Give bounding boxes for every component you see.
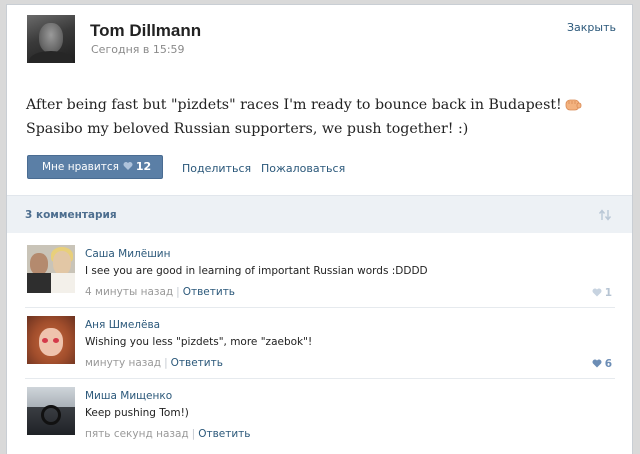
post-text-line-2: Spasibo my beloved Russian supporters, w… bbox=[26, 121, 469, 137]
commenter-avatar[interactable] bbox=[27, 387, 75, 435]
comment-text: I see you are good in learning of import… bbox=[85, 265, 428, 277]
commenter-name[interactable]: Саша Милёшин bbox=[85, 248, 171, 260]
like-button[interactable]: Мне нравится 12 bbox=[27, 155, 163, 179]
commenter-avatar[interactable] bbox=[27, 316, 75, 364]
comment-like-count: 1 bbox=[604, 287, 612, 299]
like-label: Мне нравится bbox=[42, 161, 119, 173]
comment-meta: минуту назад | Ответить bbox=[85, 357, 223, 369]
reply-button[interactable]: Ответить bbox=[183, 286, 235, 298]
comments-header: 3 комментария bbox=[7, 195, 632, 233]
divider bbox=[25, 307, 615, 308]
reply-button[interactable]: Ответить bbox=[171, 357, 223, 369]
close-button[interactable]: Закрыть bbox=[567, 21, 616, 34]
heart-icon bbox=[123, 162, 133, 170]
post-card: Tom Dillmann Сегодня в 15:59 Закрыть Aft… bbox=[6, 4, 633, 454]
comment-time[interactable]: минуту назад bbox=[85, 357, 161, 369]
heart-icon bbox=[592, 288, 602, 297]
comment-meta: 4 минуты назад | Ответить bbox=[85, 286, 235, 298]
comment-meta: пять секунд назад | Ответить bbox=[85, 428, 251, 440]
comment-time[interactable]: 4 минуты назад bbox=[85, 286, 173, 298]
post-time[interactable]: Сегодня в 15:59 bbox=[91, 43, 185, 56]
heart-icon bbox=[592, 359, 602, 368]
comment-like-button[interactable]: 6 bbox=[592, 358, 612, 370]
post-text-line-1: After being fast but "pizdets" races I'm… bbox=[26, 97, 562, 113]
comment-text: Keep pushing Tom!) bbox=[85, 407, 189, 419]
comment-like-button[interactable]: 1 bbox=[592, 287, 612, 299]
commenter-name[interactable]: Миша Мищенко bbox=[85, 390, 172, 402]
report-button[interactable]: Пожаловаться bbox=[261, 162, 345, 175]
commenter-name[interactable]: Аня Шмелёва bbox=[85, 319, 160, 331]
comment-item: Аня Шмелёва Wishing you less "pizdets", … bbox=[7, 316, 632, 382]
comment-time[interactable]: пять секунд назад bbox=[85, 428, 189, 440]
sort-icon[interactable] bbox=[598, 209, 612, 221]
share-button[interactable]: Поделиться bbox=[182, 162, 251, 175]
fist-emoji-icon bbox=[565, 99, 582, 111]
divider bbox=[25, 378, 615, 379]
comment-text: Wishing you less "pizdets", more "zaebok… bbox=[85, 336, 313, 348]
comment-item: Миша Мищенко Keep pushing Tom!) пять сек… bbox=[7, 387, 632, 453]
author-avatar[interactable] bbox=[27, 15, 75, 63]
post-text: After being fast but "pizdets" races I'm… bbox=[26, 93, 626, 141]
comment-like-count: 6 bbox=[604, 358, 612, 370]
comments-count[interactable]: 3 комментария bbox=[25, 209, 117, 221]
author-name[interactable]: Tom Dillmann bbox=[90, 21, 201, 41]
like-count: 12 bbox=[135, 160, 152, 173]
reply-button[interactable]: Ответить bbox=[198, 428, 250, 440]
commenter-avatar[interactable] bbox=[27, 245, 75, 293]
comment-item: Саша Милёшин I see you are good in learn… bbox=[7, 245, 632, 311]
